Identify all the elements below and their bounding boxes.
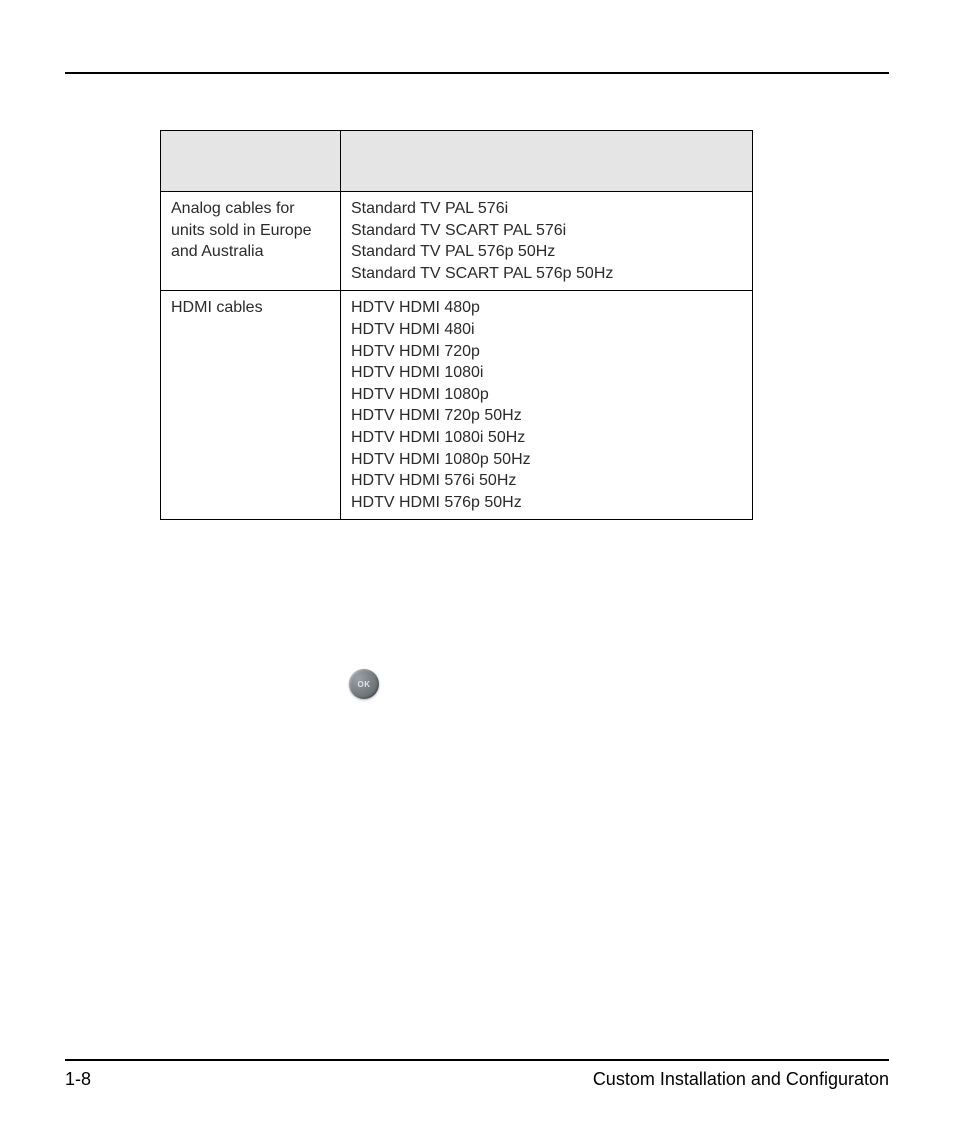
row-item: Standard TV SCART PAL 576p 50Hz xyxy=(351,263,742,285)
row-item: Standard TV PAL 576i xyxy=(351,198,742,220)
table-header-row xyxy=(161,131,753,192)
table-header-blank-1 xyxy=(161,131,341,192)
table-header-blank-2 xyxy=(341,131,753,192)
row-item: Standard TV SCART PAL 576i xyxy=(351,220,742,242)
row-item: HDTV HDMI 1080p 50Hz xyxy=(351,449,742,471)
row-item: HDTV HDMI 480p xyxy=(351,297,742,319)
row-item: HDTV HDMI 1080i 50Hz xyxy=(351,427,742,449)
footer-title: Custom Installation and Configuraton xyxy=(593,1069,889,1090)
row-item: HDTV HDMI 1080p xyxy=(351,384,742,406)
row-label: HDMI cables xyxy=(161,291,341,520)
row-item: HDTV HDMI 720p 50Hz xyxy=(351,405,742,427)
page-footer: 1-8 Custom Installation and Configuraton xyxy=(65,1059,889,1090)
table-row: Analog cables for units sold in Europe a… xyxy=(161,192,753,291)
table-row: HDMI cables HDTV HDMI 480p HDTV HDMI 480… xyxy=(161,291,753,520)
row-item: HDTV HDMI 480i xyxy=(351,319,742,341)
row-item: Standard TV PAL 576p 50Hz xyxy=(351,241,742,263)
row-item: HDTV HDMI 576p 50Hz xyxy=(351,492,742,514)
row-items: Standard TV PAL 576i Standard TV SCART P… xyxy=(341,192,753,291)
row-label: Analog cables for units sold in Europe a… xyxy=(161,192,341,291)
bottom-horizontal-rule xyxy=(65,1059,889,1061)
row-item: HDTV HDMI 1080i xyxy=(351,362,742,384)
row-item: HDTV HDMI 720p xyxy=(351,341,742,363)
row-item: HDTV HDMI 576i 50Hz xyxy=(351,470,742,492)
top-horizontal-rule xyxy=(65,72,889,74)
row-items: HDTV HDMI 480p HDTV HDMI 480i HDTV HDMI … xyxy=(341,291,753,520)
options-table: Analog cables for units sold in Europe a… xyxy=(160,130,753,520)
ok-button-icon: OK xyxy=(349,669,379,699)
page-number: 1-8 xyxy=(65,1069,91,1090)
